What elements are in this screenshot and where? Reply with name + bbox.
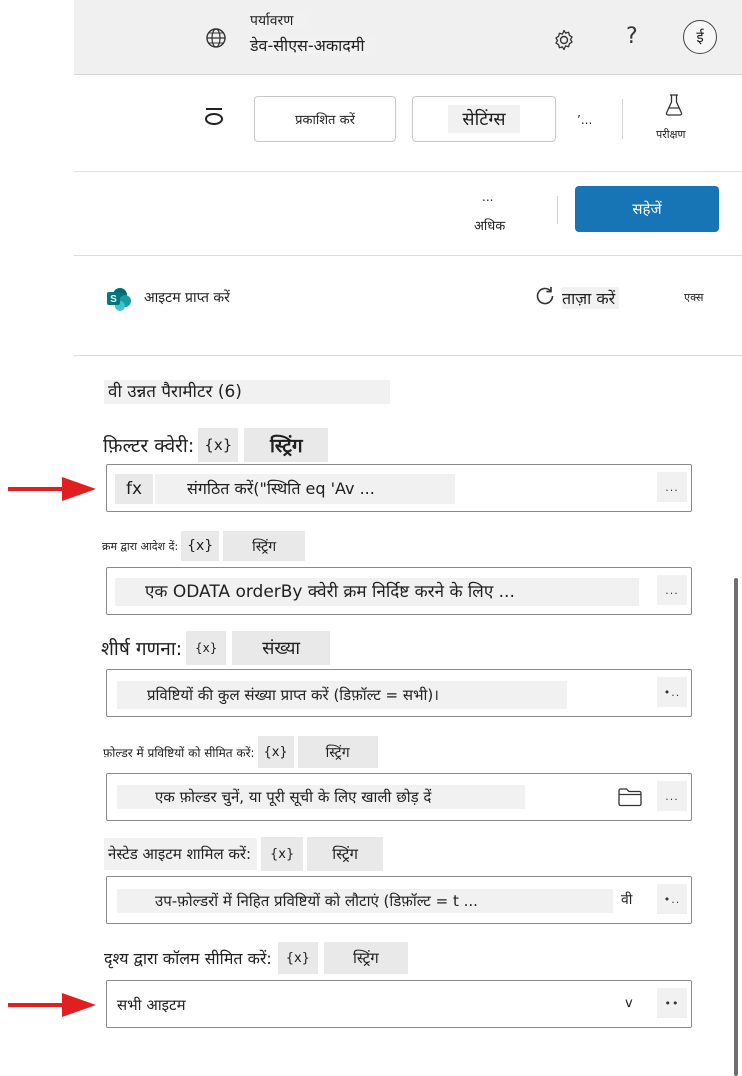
nested-label-row: नेस्टेड आइटम शामिल करें: {x} स्ट्रिंग [104,836,384,872]
type-badge: स्ट्रिंग [244,428,329,462]
divider-top [74,255,742,256]
top-count-field[interactable]: प्रविष्टियों की कुल संख्या प्राप्त करें … [106,669,692,717]
environment-label: पर्यावरण [250,12,308,29]
more-dots: ... [482,190,494,204]
test-button[interactable]: परीक्षण [650,93,700,143]
filter-query-value[interactable]: संगठित करें("स्थिति eq 'Av ... [155,474,455,504]
fx-icon[interactable]: fx [115,474,153,504]
top-header: पर्यावरण डेव-सीएस-अकादमी ? ई [74,0,742,75]
globe-icon[interactable] [204,26,228,50]
save-divider [557,196,558,224]
advanced-parameters-heading[interactable]: वी उन्नत पैरामीटर (6) [104,380,390,404]
avatar[interactable]: ई [683,20,717,54]
refresh-button[interactable]: ताज़ा करें [534,285,620,311]
order-by-more-button[interactable]: ... [657,575,687,605]
settings-label: सेटिंग्स [448,105,520,133]
nested-label: नेस्टेड आइटम शामिल करें: [104,838,258,870]
filter-query-field[interactable]: fx संगठित करें("स्थिति eq 'Av ... ... [106,464,692,512]
view-label: दृश्य द्वारा कॉलम सीमित करें: [104,949,272,968]
divider-mid [74,355,742,356]
type-badge: स्ट्रिंग [297,736,378,768]
nested-value[interactable]: उप-फ़ोल्डरों में निहित प्रविष्टियों को ल… [117,889,613,913]
filter-query-label: फ़िल्टर क्वेरी: [103,435,195,457]
extra-label[interactable]: एक्स [684,290,703,305]
flask-icon [664,93,684,121]
save-button[interactable]: सहेजें [575,186,719,232]
variable-token-icon[interactable]: {x} [257,736,294,768]
arrow-right-icon [6,990,96,1024]
more-button[interactable]: ... अधिक [474,190,518,236]
variable-token-icon[interactable]: {x} [186,631,227,665]
folder-more-button[interactable]: ... [657,781,687,811]
order-by-field[interactable]: एक ODATA orderBy क्वेरी क्रम निर्दिष्ट क… [106,567,692,615]
type-badge: स्ट्रिंग [223,531,306,561]
help-button[interactable]: ? [626,24,638,49]
top-count-label-row: शीर्ष गणना: {x} संख्या [101,630,331,666]
filter-query-label-row: फ़िल्टर क्वेरी: {x} स्ट्रिंग [103,428,329,462]
variable-token-icon[interactable]: {x} [181,531,220,561]
action-title: आइटम प्राप्त करें [144,290,230,306]
arrow-right-icon [6,474,96,508]
variable-token-icon[interactable]: {x} [198,428,239,462]
settings-button[interactable]: सेटिंग्स [412,96,556,142]
top-count-value[interactable]: प्रविष्टियों की कुल संख्या प्राप्त करें … [117,681,567,709]
command-bar: प्रकाशित करें सेटिंग्स ’... परीक्षण [74,75,742,172]
type-badge: स्ट्रिंग [307,837,384,871]
more-label: अधिक [474,219,506,234]
refresh-icon [534,285,556,311]
type-badge: संख्या [232,631,331,665]
panel-toggle-icon[interactable] [204,105,224,127]
nested-dropdown-value[interactable]: वी [621,890,632,909]
top-count-label: शीर्ष गणना: [101,638,183,660]
expression-more-button[interactable]: ... [657,472,687,502]
folder-value[interactable]: एक फ़ोल्डर चुनें, या पूरी सूची के लिए खा… [117,785,525,809]
svg-text:S: S [110,294,117,305]
sharepoint-icon: S [106,286,132,312]
folder-label-row: फ़ोल्डर में प्रविष्टियों को सीमित करें: … [103,734,378,770]
publish-button[interactable]: प्रकाशित करें [254,96,396,142]
command-divider [622,99,623,139]
order-by-label-row: क्रम द्वारा आदेश दें: {x} स्ट्रिंग [102,529,306,563]
folder-field[interactable]: एक फ़ोल्डर चुनें, या पूरी सूची के लिए खा… [106,773,692,821]
view-selected-value[interactable]: सभी आइटम [117,995,186,1015]
type-badge: स्ट्रिंग [323,942,408,974]
vertical-scrollbar[interactable] [734,578,738,1076]
variable-token-icon[interactable]: {x} [261,837,304,871]
view-label-row: दृश्य द्वारा कॉलम सीमित करें: {x} स्ट्रि… [104,940,408,976]
order-by-label: क्रम द्वारा आदेश दें: [102,539,179,553]
chevron-down-icon[interactable]: v [625,996,633,1011]
nested-more-button[interactable]: •.. [657,884,687,914]
view-more-button[interactable]: •• [657,988,687,1018]
nested-field[interactable]: उप-फ़ोल्डरों में निहित प्रविष्टियों को ल… [106,876,692,924]
folder-icon[interactable] [617,786,643,812]
order-by-value[interactable]: एक ODATA orderBy क्वेरी क्रम निर्दिष्ट क… [115,578,639,606]
test-label: परीक्षण [656,128,686,141]
top-count-more-button[interactable]: •.. [657,677,687,707]
variable-token-icon[interactable]: {x} [277,942,318,974]
refresh-label: ताज़ा करें [562,287,620,309]
overflow-button[interactable]: ’... [577,113,592,127]
gear-icon[interactable] [550,26,578,54]
view-dropdown[interactable]: सभी आइटम v •• [106,980,692,1028]
environment-name[interactable]: डेव-सीएस-अकादमी [250,36,375,56]
folder-label: फ़ोल्डर में प्रविष्टियों को सीमित करें: [103,745,255,760]
